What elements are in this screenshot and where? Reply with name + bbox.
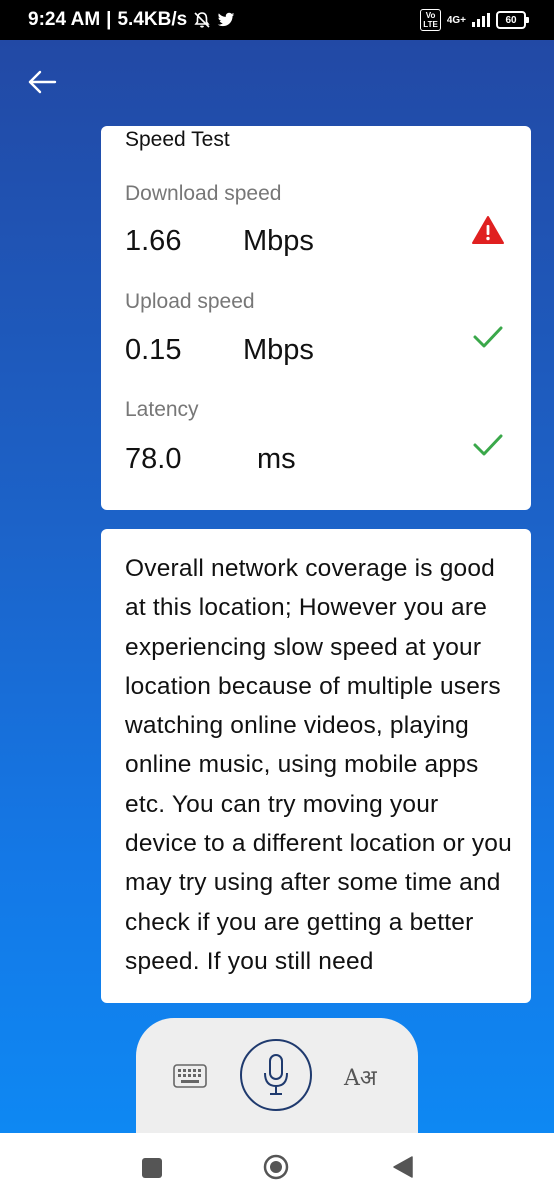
upload-unit: Mbps <box>243 334 314 366</box>
upload-label: Upload speed <box>125 290 255 313</box>
battery-level: 60 <box>505 14 517 26</box>
latency-value: 78.0 <box>125 443 182 475</box>
latency-unit: ms <box>257 443 296 475</box>
check-icon <box>473 326 503 348</box>
keyboard-icon[interactable] <box>173 1064 207 1088</box>
coverage-message-text: Overall network coverage is good at this… <box>125 555 512 975</box>
speed-test-card: Speed Test Download speed 1.66 Mbps Uplo… <box>101 126 531 510</box>
coverage-message-card: Overall network coverage is good at this… <box>101 529 531 1003</box>
signal-icon <box>472 13 490 27</box>
latency-label: Latency <box>125 398 199 421</box>
microphone-button[interactable] <box>240 1039 312 1111</box>
status-time: 9:24 AM <box>28 9 101 30</box>
upload-value: 0.15 <box>125 334 182 366</box>
network-type: 4G+ <box>446 14 466 26</box>
status-right: Vo LTE 4G+ 60 <box>420 9 529 31</box>
voice-input-panel: Aअ <box>136 1018 418 1133</box>
status-speed: 5.4KB/s <box>117 9 188 30</box>
back-button[interactable] <box>22 62 62 102</box>
system-nav-bar <box>0 1133 554 1200</box>
home-button[interactable] <box>263 1154 289 1180</box>
recents-button[interactable] <box>142 1158 162 1178</box>
status-separator: | <box>106 9 112 30</box>
download-label: Download speed <box>125 182 282 205</box>
bell-off-icon <box>194 12 210 28</box>
status-bar: 9:24 AM | 5.4KB/s Vo LTE 4G+ 60 <box>0 0 554 40</box>
volte-badge: Vo LTE <box>420 9 441 31</box>
card-title: Speed Test <box>125 128 230 151</box>
download-value: 1.66 <box>125 225 182 257</box>
status-left: 9:24 AM | 5.4KB/s <box>28 9 235 31</box>
battery-icon: 60 <box>496 11 529 29</box>
arrow-left-icon <box>28 70 57 94</box>
microphone-icon <box>264 1054 288 1095</box>
translate-icon[interactable]: Aअ <box>344 1062 377 1092</box>
back-triangle-icon[interactable] <box>392 1155 414 1179</box>
app-background: Speed Test Download speed 1.66 Mbps Uplo… <box>0 40 554 1133</box>
check-icon <box>473 434 503 456</box>
twitter-icon <box>217 12 235 27</box>
download-unit: Mbps <box>243 225 314 257</box>
warning-icon <box>472 216 504 244</box>
